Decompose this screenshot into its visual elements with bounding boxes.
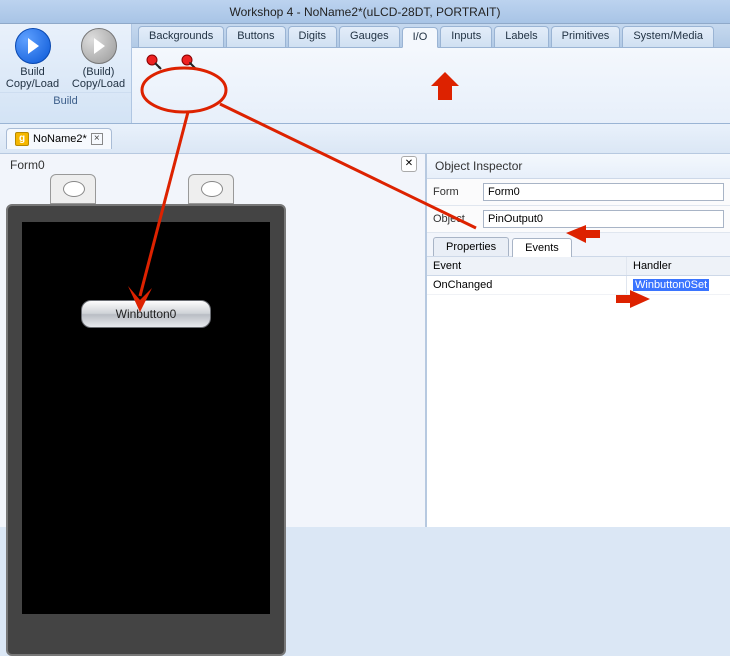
tab-system-media[interactable]: System/Media	[622, 26, 714, 47]
event-row[interactable]: OnChanged Winbutton0Set	[427, 276, 730, 295]
object-field-label: Object	[433, 213, 477, 225]
tab-buttons[interactable]: Buttons	[226, 26, 285, 47]
inspector-title: Object Inspector	[427, 154, 730, 179]
pin-output-icon[interactable]	[181, 54, 199, 72]
form-field-label: Form	[433, 186, 477, 198]
form-label: Form0	[10, 158, 45, 172]
object-inspector: Object Inspector Form Object Properties …	[426, 154, 730, 527]
event-handler[interactable]: Winbutton0Set	[627, 276, 730, 294]
ribbon: Build Copy/Load (Build) Copy/Load Build …	[0, 24, 730, 124]
file-tab-label: NoName2*	[33, 133, 87, 145]
build-group: Build Copy/Load (Build) Copy/Load Build	[0, 24, 132, 123]
tab-gauges[interactable]: Gauges	[339, 26, 400, 47]
ribbon-tabs: Backgrounds Buttons Digits Gauges I/O In…	[132, 24, 730, 48]
inspector-tabs: Properties Events	[427, 233, 730, 257]
tab-labels[interactable]: Labels	[494, 26, 548, 47]
col-event: Event	[427, 257, 627, 275]
col-handler: Handler	[627, 257, 730, 275]
tab-digits[interactable]: Digits	[288, 26, 338, 47]
build-paren-copy-load-button[interactable]: (Build) Copy/Load	[72, 28, 126, 90]
tab-properties[interactable]: Properties	[433, 237, 509, 256]
device-mockup: Winbutton0	[6, 196, 286, 656]
file-tab[interactable]: g NoName2* ×	[6, 128, 112, 149]
screen[interactable]: Winbutton0	[22, 222, 270, 614]
ribbon-body	[132, 48, 730, 123]
tab-events[interactable]: Events	[512, 238, 572, 257]
object-field[interactable]	[483, 210, 724, 228]
winbutton0[interactable]: Winbutton0	[81, 300, 211, 328]
form-field[interactable]	[483, 183, 724, 201]
events-grid: Event Handler OnChanged Winbutton0Set	[427, 257, 730, 527]
tab-primitives[interactable]: Primitives	[551, 26, 621, 47]
file-type-icon: g	[15, 132, 29, 146]
design-canvas-pane: Form0 ✕ Winbutton0	[0, 154, 426, 527]
close-form-icon[interactable]: ✕	[401, 156, 417, 172]
build-copy-load-button[interactable]: Build Copy/Load	[6, 28, 60, 90]
close-tab-icon[interactable]: ×	[91, 133, 103, 145]
pin-input-icon[interactable]	[146, 54, 164, 72]
tab-inputs[interactable]: Inputs	[440, 26, 492, 47]
build-group-label: Build	[0, 92, 131, 107]
tab-backgrounds[interactable]: Backgrounds	[138, 26, 224, 47]
file-tabs: g NoName2* ×	[0, 124, 730, 154]
event-name: OnChanged	[427, 276, 627, 294]
tab-io[interactable]: I/O	[402, 27, 439, 48]
window-title: Workshop 4 - NoName2*(uLCD-28DT, PORTRAI…	[0, 0, 730, 24]
